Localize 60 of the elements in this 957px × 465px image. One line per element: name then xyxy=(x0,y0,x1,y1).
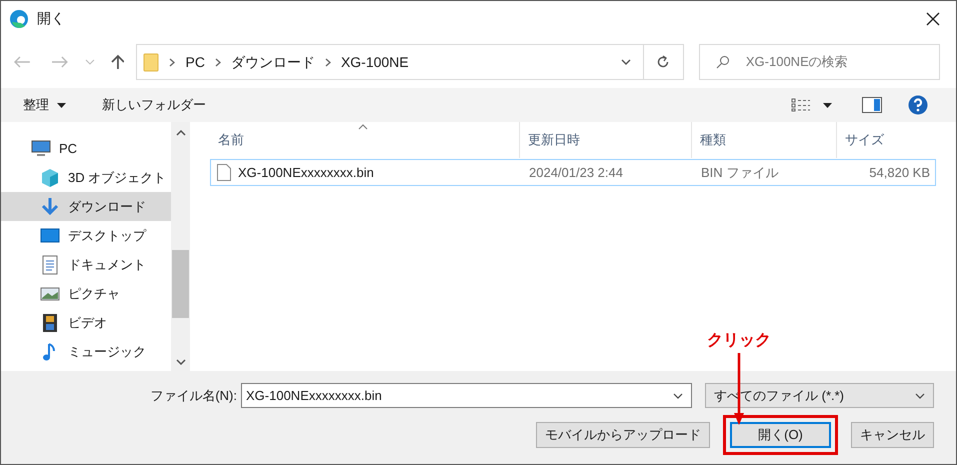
sort-ascending-icon xyxy=(358,124,368,130)
column-header[interactable]: 種類 xyxy=(692,122,837,158)
preview-pane-icon[interactable] xyxy=(862,97,882,113)
chevron-down-icon xyxy=(915,392,925,398)
file-name-label: ファイル名(N): xyxy=(150,386,237,405)
search-icon xyxy=(716,55,730,69)
file-name-field[interactable]: XG-100NExxxxxxxx.bin xyxy=(246,386,673,406)
breadcrumb[interactable]: PC xyxy=(185,52,205,72)
cube-icon xyxy=(40,168,60,188)
caret-down-icon xyxy=(57,102,66,108)
caret-down-icon[interactable] xyxy=(823,102,832,108)
sidebar-item[interactable]: PC xyxy=(1,134,171,163)
down-arrow-icon xyxy=(40,196,60,216)
file-row[interactable]: XG-100NExxxxxxxx.bin 2024/01/23 2:44 BIN ファイル 54,820 KB xyxy=(210,159,936,186)
search-field[interactable]: XG-100NEの検索 xyxy=(746,52,926,72)
sidebar-item[interactable]: ビデオ xyxy=(1,308,171,337)
folder-icon xyxy=(143,52,160,72)
table-cell-text: 54,820 KB xyxy=(869,164,930,182)
sidebar-item[interactable]: 3D オブジェクト xyxy=(1,163,171,192)
search-field[interactable]: XG-100NEの検索 xyxy=(698,44,940,80)
sidebar-item[interactable]: ドキュメント xyxy=(1,250,171,279)
sidebar-item[interactable]: ピクチャ xyxy=(1,279,171,308)
scroll-down-icon[interactable] xyxy=(176,359,186,365)
scrollbar-thumb[interactable] xyxy=(172,250,189,318)
column-header[interactable]: 更新日時 xyxy=(520,122,692,158)
upload-from-mobile-button[interactable]: モバイルからアップロード xyxy=(536,422,710,448)
file-name-field[interactable]: XG-100NExxxxxxxx.bin xyxy=(241,383,692,408)
chevron-right-icon[interactable] xyxy=(169,58,176,66)
address-bar[interactable]: PC ダウンロード XG-100NE xyxy=(136,44,684,80)
table-cell-text: BIN ファイル xyxy=(701,164,778,182)
annotation-label: クリック xyxy=(707,331,771,351)
chevron-down-icon[interactable] xyxy=(620,58,631,66)
sidebar-item[interactable]: ミュージック xyxy=(1,337,171,366)
scroll-up-icon[interactable] xyxy=(176,130,186,136)
document-icon xyxy=(40,254,60,274)
window-title: 開く xyxy=(37,9,65,28)
new-folder-button[interactable]: 新しいフォルダー xyxy=(102,95,206,115)
close-icon[interactable] xyxy=(926,12,940,26)
breadcrumb[interactable]: XG-100NE xyxy=(340,52,409,72)
monitor-icon xyxy=(31,138,51,158)
file-icon xyxy=(217,164,231,181)
browser-logo-icon xyxy=(9,8,29,28)
cancel-button[interactable]: キャンセル xyxy=(851,422,934,448)
up-arrow-icon[interactable] xyxy=(110,54,124,70)
column-header[interactable]: 名前 xyxy=(210,122,520,158)
desktop-icon xyxy=(40,226,60,246)
film-icon xyxy=(40,312,60,332)
help-icon[interactable] xyxy=(908,95,928,115)
table-cell-text: 2024/01/23 2:44 xyxy=(529,164,623,182)
organize-button[interactable]: 整理 xyxy=(23,95,66,115)
breadcrumb[interactable]: ダウンロード xyxy=(230,52,315,72)
view-options-icon[interactable] xyxy=(791,98,811,112)
table-cell-text: XG-100NExxxxxxxx.bin xyxy=(238,164,374,182)
chevron-right-icon[interactable] xyxy=(324,58,331,66)
sidebar-item[interactable]: ダウンロード xyxy=(1,192,171,221)
sidebar-item[interactable]: デスクトップ xyxy=(1,221,171,250)
refresh-icon[interactable] xyxy=(656,55,670,69)
column-header[interactable]: サイズ xyxy=(837,122,933,158)
chevron-right-icon[interactable] xyxy=(214,58,221,66)
chevron-down-icon[interactable] xyxy=(673,392,683,398)
